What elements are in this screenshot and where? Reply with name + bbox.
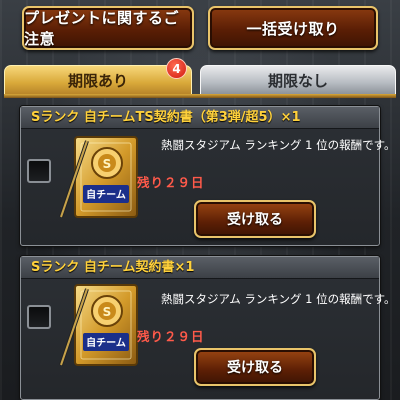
gift-title: Sランク 自チーム契約書×1 — [21, 257, 379, 279]
tab-count-badge: 4 — [166, 58, 187, 79]
svg-text:S: S — [103, 305, 112, 319]
receive-button[interactable]: 受け取る — [194, 348, 316, 386]
contract-icon-label: 自チーム — [86, 188, 126, 201]
tab-with-deadline-label: 期限あり — [67, 71, 128, 90]
gift-description: 熱闘スタジアム ランキング 1 位の報酬です。 — [161, 138, 396, 152]
tab-no-deadline-label: 期限なし — [267, 71, 328, 90]
svg-text:S: S — [103, 157, 112, 171]
gift-select-checkbox[interactable] — [27, 159, 51, 183]
gift-remaining-days: 残り２９日 — [137, 329, 205, 344]
gift-title: Sランク 自チームTS契約書（第3弾/超5）×1 — [21, 107, 379, 129]
gift-description: 熱闘スタジアム ランキング 1 位の報酬です。 — [161, 292, 396, 306]
receive-all-button[interactable]: 一括受け取り — [208, 6, 378, 50]
receive-button[interactable]: 受け取る — [194, 200, 316, 238]
present-notice-button[interactable]: プレゼントに関するご注意 — [22, 6, 194, 50]
gift-card: Sランク 自チームTS契約書（第3弾/超5）×1 S 自チーム 熱闘スタジアム … — [20, 106, 395, 246]
tab-underline — [4, 94, 396, 98]
tab-with-deadline[interactable]: 期限あり — [4, 65, 192, 95]
gift-remaining-days: 残り２９日 — [137, 175, 205, 190]
contract-scroll-icon: S 自チーム — [59, 284, 138, 366]
gift-select-checkbox[interactable] — [27, 305, 51, 329]
gift-card: Sランク 自チーム契約書×1 S 自チーム 熱闘スタジアム ランキング 1 位の… — [20, 256, 395, 400]
contract-scroll-icon: S 自チーム — [59, 136, 138, 218]
tab-no-deadline[interactable]: 期限なし — [200, 65, 396, 95]
contract-icon-label: 自チーム — [86, 336, 126, 349]
